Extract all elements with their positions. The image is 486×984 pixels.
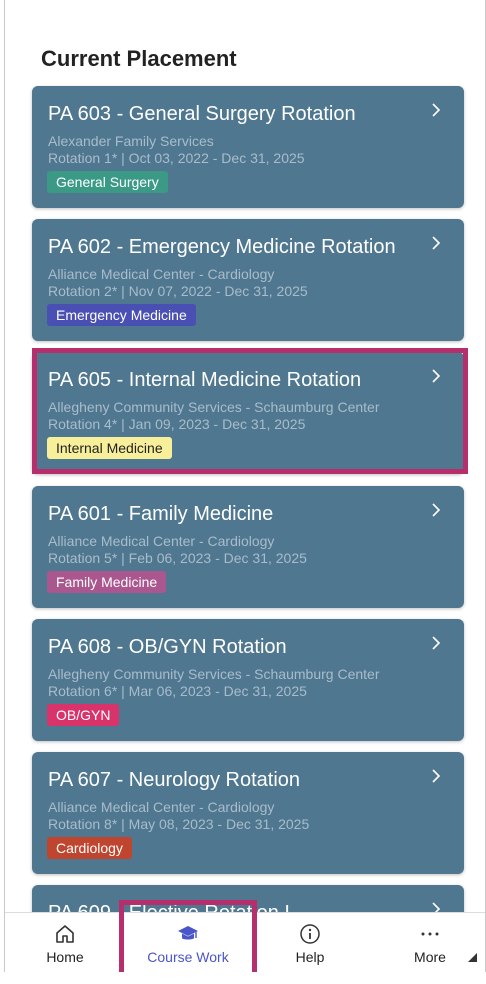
- placement-site: Alliance Medical Center - Cardiology: [48, 799, 275, 815]
- placement-dates: Rotation 8* | May 08, 2023 - Dec 31, 202…: [48, 816, 310, 832]
- chevron-right-icon: [432, 769, 441, 783]
- specialty-tag: Emergency Medicine: [47, 304, 196, 326]
- placement-card[interactable]: PA 608 - OB/GYN Rotation Allegheny Commu…: [32, 619, 464, 741]
- specialty-tag: Cardiology: [47, 837, 132, 859]
- nav-home[interactable]: Home: [25, 913, 105, 972]
- placement-title: PA 607 - Neurology Rotation: [48, 769, 301, 791]
- placement-dates: Rotation 1* | Oct 03, 2022 - Dec 31, 202…: [48, 150, 305, 166]
- nav-help[interactable]: Help: [270, 913, 350, 972]
- chevron-right-icon: [432, 636, 441, 650]
- placement-card[interactable]: PA 603 - General Surgery Rotation Alexan…: [32, 86, 464, 208]
- specialty-tag: Family Medicine: [47, 571, 167, 593]
- placement-card[interactable]: PA 601 - Family Medicine Alliance Medica…: [32, 486, 464, 608]
- placement-dates: Rotation 2* | Nov 07, 2022 - Dec 31, 202…: [48, 283, 308, 299]
- home-icon: [56, 925, 74, 943]
- chevron-right-icon: [432, 103, 441, 117]
- nav-label: Help: [295, 949, 325, 965]
- placement-site: Allegheny Community Services - Schaumbur…: [48, 666, 380, 682]
- more-dots-icon: [421, 932, 439, 936]
- nav-more[interactable]: More: [390, 913, 470, 972]
- placement-dates: Rotation 6* | Mar 06, 2023 - Dec 31, 202…: [48, 683, 307, 699]
- selected-nav-highlight: [119, 900, 257, 972]
- placement-list[interactable]: Current Placement PA 603 - General Surge…: [5, 0, 485, 912]
- placement-dates: Rotation 5* | Feb 06, 2023 - Dec 31, 202…: [48, 550, 307, 566]
- chevron-right-icon: [432, 236, 441, 250]
- placement-title: PA 601 - Family Medicine: [48, 503, 274, 525]
- app-frame: Current Placement PA 603 - General Surge…: [4, 0, 486, 972]
- chevron-right-icon: [432, 902, 441, 912]
- placement-site: Alexander Family Services: [48, 133, 214, 149]
- chevron-right-icon: [432, 503, 441, 517]
- placement-site: Alliance Medical Center - Cardiology: [48, 533, 275, 549]
- resize-corner-icon: [468, 953, 477, 962]
- info-icon: [300, 924, 320, 944]
- nav-label: More: [414, 949, 446, 965]
- placement-title: PA 608 - OB/GYN Rotation: [48, 636, 287, 658]
- placement-card[interactable]: PA 607 - Neurology Rotation Alliance Med…: [32, 752, 464, 874]
- placement-title: PA 603 - General Surgery Rotation: [48, 103, 356, 125]
- specialty-tag: General Surgery: [47, 171, 168, 193]
- specialty-tag: OB/GYN: [47, 704, 120, 726]
- nav-label: Home: [46, 949, 84, 965]
- selected-placement-highlight: [32, 348, 468, 474]
- placement-title: PA 602 - Emergency Medicine Rotation: [48, 236, 396, 258]
- placement-site: Alliance Medical Center - Cardiology: [48, 266, 275, 282]
- page-title: Current Placement: [41, 46, 237, 71]
- placement-card[interactable]: PA 602 - Emergency Medicine Rotation All…: [32, 219, 464, 341]
